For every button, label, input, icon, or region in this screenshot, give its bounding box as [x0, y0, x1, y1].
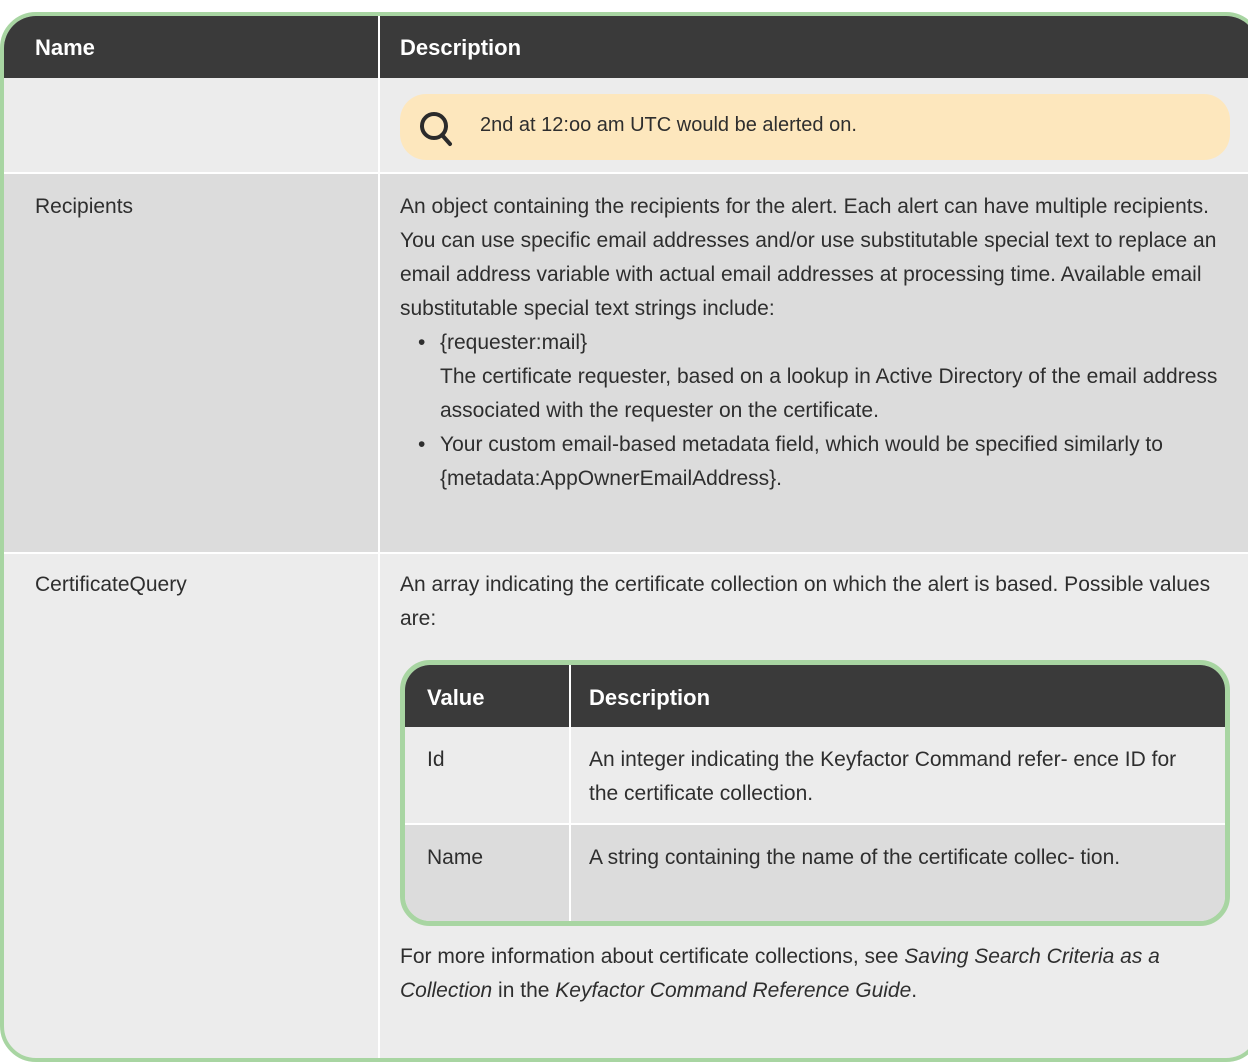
- recipients-description-text: An object containing the recipients for …: [400, 195, 1217, 320]
- row-name-certificatequery: CertificateQuery: [35, 573, 187, 596]
- subheader-description: Description: [589, 685, 711, 710]
- table-row: Recipients An object containing the reci…: [4, 174, 1248, 552]
- column-divider: [378, 16, 380, 1058]
- list-item: Your custom email-based metadata field, …: [400, 428, 1230, 496]
- parameters-table: Name Description 2nd at 12:oo am UTC wou…: [0, 12, 1248, 1062]
- subtable-header: Value Description: [405, 665, 1225, 727]
- bullet-text: Your custom email-based metadata field, …: [440, 433, 1163, 490]
- table-row: Name A string containing the name of the…: [405, 825, 1225, 921]
- row-description-recipients: An object containing the recipients for …: [400, 190, 1230, 496]
- note-callout: 2nd at 12:oo am UTC would be alerted on.: [400, 94, 1230, 160]
- header-name: Name: [35, 35, 95, 60]
- row-description-certificatequery: An array indicating the certificate coll…: [400, 573, 1211, 630]
- values-subtable: Value Description Id An integer indicati…: [400, 660, 1230, 926]
- note-text: 2nd at 12:oo am UTC would be alerted on.: [480, 114, 857, 136]
- footer-text-pre: For more information about certificate c…: [400, 945, 905, 968]
- column-divider: [569, 665, 571, 921]
- subheader-value: Value: [427, 685, 485, 710]
- table-row: Id An integer indicating the Keyfactor C…: [405, 727, 1225, 823]
- subtable-value: Name: [427, 846, 484, 869]
- collections-reference-text: For more information about certificate c…: [400, 940, 1230, 1008]
- table-header: Name Description: [4, 16, 1248, 78]
- footer-text-mid: in the: [492, 979, 556, 1002]
- search-icon: [420, 112, 452, 146]
- bullet-title: {requester:mail}: [440, 331, 588, 354]
- header-description: Description: [400, 35, 522, 60]
- table-row: 2nd at 12:oo am UTC would be alerted on.: [4, 78, 1248, 172]
- recipients-bullet-list: {requester:mail} The certificate request…: [400, 326, 1230, 496]
- subtable-description: A string containing the name of the cert…: [589, 846, 1121, 869]
- list-item: {requester:mail} The certificate request…: [400, 326, 1230, 428]
- row-name-recipients: Recipients: [35, 195, 134, 218]
- subtable-value: Id: [427, 748, 445, 771]
- subtable-description: An integer indicating the Keyfactor Comm…: [589, 748, 1177, 805]
- bullet-text: The certificate requester, based on a lo…: [440, 365, 1218, 422]
- footer-text-post: .: [911, 979, 918, 1002]
- link-reference-guide[interactable]: Keyfactor Command Reference Guide: [555, 979, 911, 1002]
